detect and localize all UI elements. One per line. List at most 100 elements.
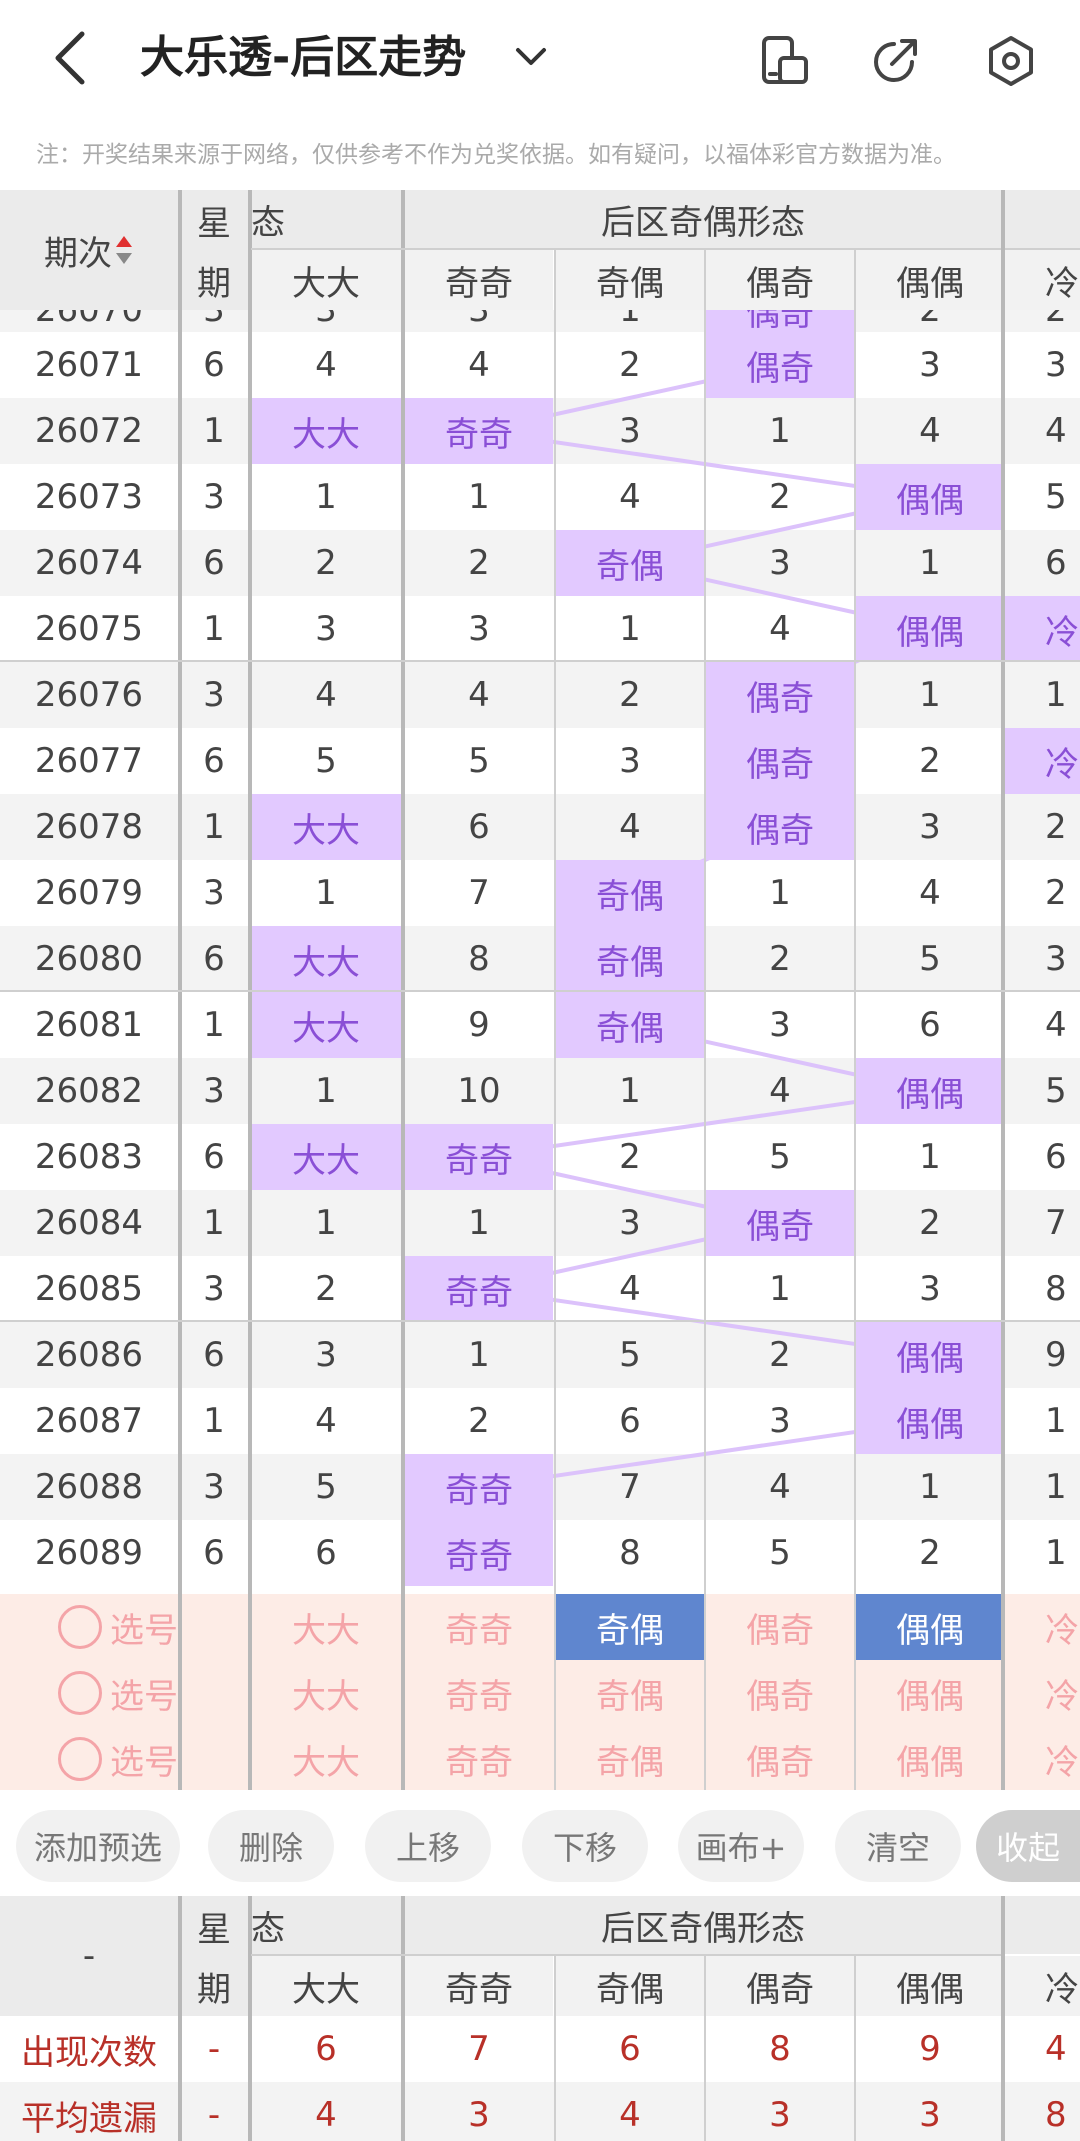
select-option[interactable]: 奇偶	[556, 1660, 704, 1726]
period-cell: 26087	[34, 1401, 144, 1441]
stats-value: 9	[919, 2029, 941, 2069]
chevron-down-icon[interactable]	[514, 42, 548, 72]
trend-table: 期次 星 期 态 后区奇偶形态 大大 奇奇 奇偶 偶奇 偶偶冷 26070 3 3 3 1 偶奇 2…	[0, 190, 1080, 1790]
omission-cell: 6	[315, 1533, 337, 1573]
add-preselect-button[interactable]: 添加预选	[16, 1810, 180, 1882]
select-option[interactable]: 冷	[1005, 1726, 1080, 1790]
omission-cell: 3	[919, 807, 941, 847]
omission-cell: 2	[1045, 807, 1067, 847]
stats-value: 8	[769, 2029, 791, 2069]
omission-cell: 5	[1045, 477, 1067, 517]
omission-cell: 2	[769, 1335, 791, 1375]
select-option[interactable]: 偶奇	[706, 1594, 854, 1660]
week-cell: 6	[203, 1137, 225, 1177]
selected-option[interactable]: 偶偶	[856, 1594, 1004, 1660]
omission-cell: 5	[919, 939, 941, 979]
stats-label: 出现次数	[21, 2032, 157, 2073]
omission-cell: 4	[769, 1467, 791, 1507]
select-option[interactable]: 偶偶	[856, 1726, 1004, 1790]
omission-cell: 2	[769, 939, 791, 979]
divider	[704, 248, 706, 1790]
omission-cell: 4	[769, 1071, 791, 1111]
hit-cell: 偶偶	[856, 596, 1004, 662]
select-option[interactable]: 大大	[251, 1726, 401, 1790]
stats-table: - 星 期 态 后区奇偶形态 大大 奇奇 奇偶 偶奇 偶偶冷出现次数 - 6 7 6 8 9 4 平均遗…	[0, 1896, 1080, 2141]
move-up-button[interactable]: 上移	[365, 1810, 491, 1882]
select-option[interactable]: 大大	[251, 1660, 401, 1726]
stats-week: -	[207, 2029, 221, 2069]
period-cell: 26074	[34, 543, 144, 583]
omission-cell: 5	[1045, 1071, 1067, 1111]
select-radio-icon[interactable]	[58, 1605, 102, 1649]
week-cell: 3	[203, 873, 225, 913]
omission-cell: 2	[769, 477, 791, 517]
omission-cell: 3	[619, 411, 641, 451]
hit-cell: 大大	[251, 794, 401, 860]
select-option[interactable]: 奇奇	[405, 1660, 553, 1726]
stats-column-header: 冷	[1005, 1956, 1080, 2016]
stats-value: 8	[1045, 2095, 1067, 2135]
omission-cell: 1	[769, 1269, 791, 1309]
stats-group-header-left: 态	[251, 1896, 401, 1954]
page-title[interactable]: 大乐透-后区走势	[140, 28, 466, 88]
week-cell: 1	[203, 807, 225, 847]
omission-cell: 3	[919, 345, 941, 385]
divider	[554, 248, 556, 1790]
hit-cell: 偶奇	[706, 1190, 854, 1256]
omission-cell: 8	[468, 939, 490, 979]
stats-value: 3	[769, 2095, 791, 2135]
omission-cell: 2	[619, 345, 641, 385]
week-cell: 3	[203, 675, 225, 715]
omission-cell: 1	[919, 543, 941, 583]
omission-cell: 4	[1045, 411, 1067, 451]
select-option[interactable]: 奇偶	[556, 1726, 704, 1790]
period-cell: 26085	[34, 1269, 144, 1309]
back-icon[interactable]	[52, 30, 88, 86]
omission-cell: 1	[315, 873, 337, 913]
divider	[251, 248, 1001, 250]
disclaimer-notice: 注：开奖结果来源于网络，仅供参考不作为兑奖依据。如有疑问，以福体彩官方数据为准。	[36, 142, 956, 168]
stats-column-header: 大大	[251, 1956, 401, 2016]
select-option[interactable]: 冷	[1005, 1594, 1080, 1660]
select-option[interactable]: 偶奇	[706, 1726, 854, 1790]
hit-cell: 大大	[251, 398, 401, 464]
omission-cell: 1	[315, 1071, 337, 1111]
omission-cell: 8	[619, 1533, 641, 1573]
share-icon[interactable]	[868, 34, 922, 88]
omission-cell: 1	[1045, 675, 1067, 715]
period-cell: 26088	[34, 1467, 144, 1507]
screen-toggle-icon[interactable]	[758, 34, 812, 88]
select-option[interactable]: 奇奇	[405, 1594, 553, 1660]
move-down-button[interactable]: 下移	[522, 1810, 648, 1882]
select-option[interactable]: 冷	[1005, 1660, 1080, 1726]
hit-cell: 偶奇	[706, 794, 854, 860]
select-radio-icon[interactable]	[58, 1671, 102, 1715]
omission-cell: 1	[919, 675, 941, 715]
hit-cell: 奇奇	[405, 1124, 553, 1190]
selected-option[interactable]: 奇偶	[556, 1594, 704, 1660]
collapse-button[interactable]: 收起	[976, 1810, 1080, 1882]
divider	[0, 660, 1080, 662]
clear-button[interactable]: 清空	[835, 1810, 961, 1882]
select-option[interactable]: 偶偶	[856, 1660, 1004, 1726]
stats-value: 4	[1045, 2029, 1067, 2069]
canvas-button[interactable]: 画布+	[678, 1810, 804, 1882]
omission-cell: 3	[769, 1005, 791, 1045]
divider	[1005, 248, 1080, 250]
divider	[704, 1954, 706, 2141]
delete-button[interactable]: 删除	[208, 1810, 334, 1882]
select-option[interactable]: 奇奇	[405, 1726, 553, 1790]
omission-cell: 1	[769, 411, 791, 451]
hit-cell: 大大	[251, 1124, 401, 1190]
period-cell: 26080	[34, 939, 144, 979]
select-option[interactable]: 大大	[251, 1594, 401, 1660]
stats-group-header-main: 后区奇偶形态	[405, 1896, 1001, 1954]
omission-cell: 3	[769, 1401, 791, 1441]
hit-cell: 奇奇	[405, 1256, 553, 1322]
omission-cell: 1	[315, 477, 337, 517]
select-radio-icon[interactable]	[58, 1737, 102, 1781]
select-option[interactable]: 偶奇	[706, 1660, 854, 1726]
omission-cell: 3	[468, 609, 490, 649]
settings-icon[interactable]	[984, 34, 1038, 88]
week-cell: 6	[203, 345, 225, 385]
